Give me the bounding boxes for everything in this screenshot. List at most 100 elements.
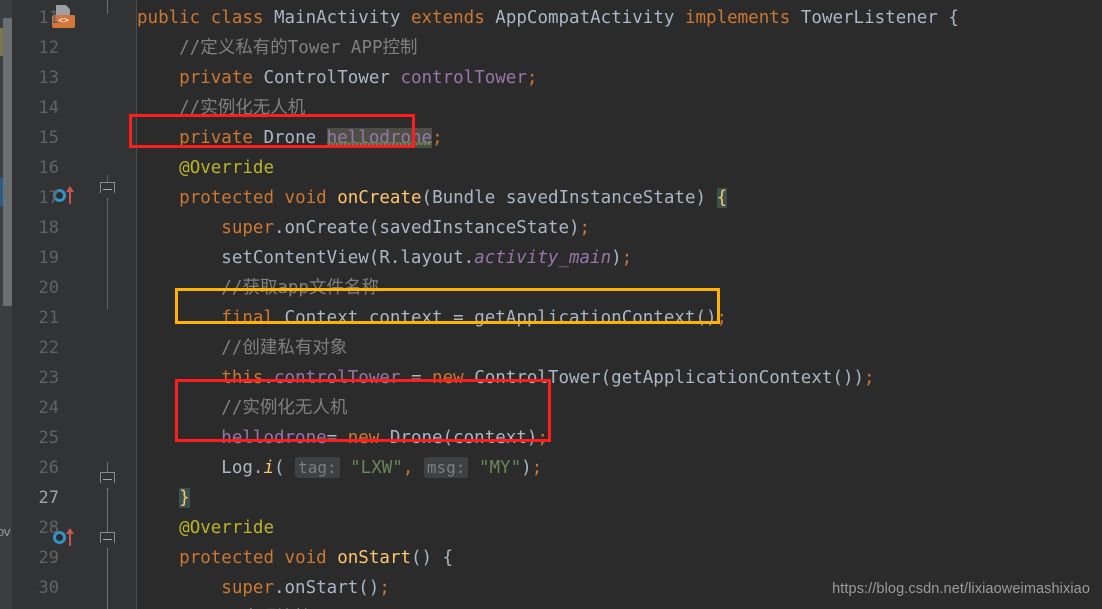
code-line-12[interactable]: //定义私有的Tower APP控制 (137, 33, 1102, 63)
parameter-hint: tag: (295, 457, 340, 478)
unused-field-warning: hellodrone (326, 128, 433, 148)
code-token: = (326, 428, 348, 448)
gutter-line-25[interactable]: 25 (12, 423, 137, 453)
code-token: protected (179, 188, 274, 208)
code-token: () { (411, 548, 454, 568)
code-line-27[interactable]: } (137, 483, 1102, 513)
code-token: implements (684, 8, 791, 28)
gutter-line-23[interactable]: 23 (12, 363, 137, 393)
gutter-line-13[interactable]: 13 (12, 63, 137, 93)
code-token: super (221, 578, 274, 598)
code-line-26[interactable]: Log.i( tag: "LXW", msg: "MY"); (137, 453, 1102, 483)
gutter-line-31[interactable]: 31 (12, 603, 137, 609)
line-number: 28 (38, 518, 59, 538)
code-token: Drone(context) (379, 428, 538, 448)
code-line-31[interactable]: //实现连接 (137, 603, 1102, 609)
code-token: this (221, 368, 264, 388)
code-token: ControlTower (263, 68, 390, 88)
code-token: hellodrone (221, 428, 327, 448)
code-line-13[interactable]: private ControlTower controlTower; (137, 63, 1102, 93)
code-token: public (137, 8, 201, 28)
code-token: super (221, 218, 274, 238)
code-token: void (284, 188, 327, 208)
code-token: ; (531, 458, 543, 478)
watermark-url: https://blog.csdn.net/lixiaoweimashixiao (832, 581, 1090, 597)
code-token: //创建私有对象 (137, 338, 348, 358)
line-number: 26 (38, 458, 59, 478)
vcs-annotation-strip[interactable] (0, 0, 12, 609)
code-token: ) (611, 248, 622, 268)
code-token: extends (410, 8, 485, 28)
gutter-line-28[interactable]: 28 (12, 513, 137, 543)
code-line-22[interactable]: //创建私有对象 (137, 333, 1102, 363)
line-number: 15 (38, 128, 59, 148)
gutter-line-11[interactable]: 11 (12, 3, 137, 33)
gutter-line-22[interactable]: 22 (12, 333, 137, 363)
line-number: 14 (38, 98, 59, 118)
gutter-line-27[interactable]: 27 (12, 483, 137, 513)
code-line-18[interactable]: super.onCreate(savedInstanceState); (137, 213, 1102, 243)
code-line-21[interactable]: final Context context = getApplicationCo… (137, 303, 1102, 333)
gutter-line-12[interactable]: 12 (12, 33, 137, 63)
code-line-29[interactable]: protected void onStart() { (137, 543, 1102, 573)
gutter-line-29[interactable]: 29 (12, 543, 137, 573)
code-token: private (179, 128, 253, 148)
gutter-line-30[interactable]: 30 (12, 573, 137, 603)
gutter-line-14[interactable]: 14 (12, 93, 137, 123)
code-token: //实例化无人机 (137, 98, 306, 118)
gutter-line-17[interactable]: 17 (12, 183, 137, 213)
code-line-28[interactable]: @Override (137, 513, 1102, 543)
editor-scrollbar-thumb[interactable] (3, 18, 12, 306)
code-line-23[interactable]: this.controlTower = new ControlTower(get… (137, 363, 1102, 393)
code-text-area[interactable]: public class MainActivity extends AppCom… (137, 0, 1102, 609)
code-token: onCreate (337, 188, 422, 208)
code-token: ; (621, 248, 633, 268)
code-editor[interactable]: ov <> 11 12 13 14 15 16 17 18 19 20 21 2… (0, 0, 1102, 609)
gutter-line-26[interactable]: 26 (12, 453, 137, 483)
gutter-line-16[interactable]: 16 (12, 153, 137, 183)
code-token: new (432, 368, 464, 388)
gutter-line-21[interactable]: 21 (12, 303, 137, 333)
code-token: ( (273, 458, 296, 478)
gutter-line-15[interactable]: 15 (12, 123, 137, 153)
code-token: protected (179, 548, 274, 568)
gutter-line-24[interactable]: 24 (12, 393, 137, 423)
code-token: AppCompatActivity (495, 8, 675, 28)
code-line-25[interactable]: hellodrone= new Drone(context); (137, 423, 1102, 453)
gutter-line-20[interactable]: 20 (12, 273, 137, 303)
code-token: ; (379, 578, 390, 598)
code-line-14[interactable]: //实例化无人机 (137, 93, 1102, 123)
code-line-20[interactable]: //获取app文件名称 (137, 273, 1102, 303)
parameter-hint: msg: (423, 457, 469, 478)
editor-gutter[interactable]: <> 11 12 13 14 15 16 17 18 19 20 21 22 23 24 25 26 27 28 2… (12, 0, 137, 609)
code-line-17[interactable]: protected void onCreate(Bundle savedInst… (137, 183, 1102, 213)
line-number: 27 (38, 488, 59, 508)
code-token: Log. (137, 458, 264, 478)
code-token: new (347, 428, 380, 448)
code-line-24[interactable]: //实例化无人机 (137, 393, 1102, 423)
code-line-16[interactable]: @Override (137, 153, 1102, 183)
code-token: ; (526, 68, 538, 88)
code-token: ; (537, 428, 548, 448)
code-line-11[interactable]: public class MainActivity extends AppCom… (137, 3, 1102, 33)
code-token: Bundle (432, 188, 496, 208)
gutter-line-18[interactable]: 18 (12, 213, 137, 243)
gutter-line-19[interactable]: 19 (12, 243, 137, 273)
line-number: 31 (39, 603, 59, 609)
code-token: controlTower (274, 368, 401, 388)
code-token: Context (284, 308, 359, 328)
code-line-15[interactable]: private Drone hellodrone; (137, 123, 1102, 153)
line-number: 18 (38, 218, 59, 238)
code-line-19[interactable]: setContentView(R.layout.activity_main); (137, 243, 1102, 273)
code-token: ; (579, 218, 591, 238)
